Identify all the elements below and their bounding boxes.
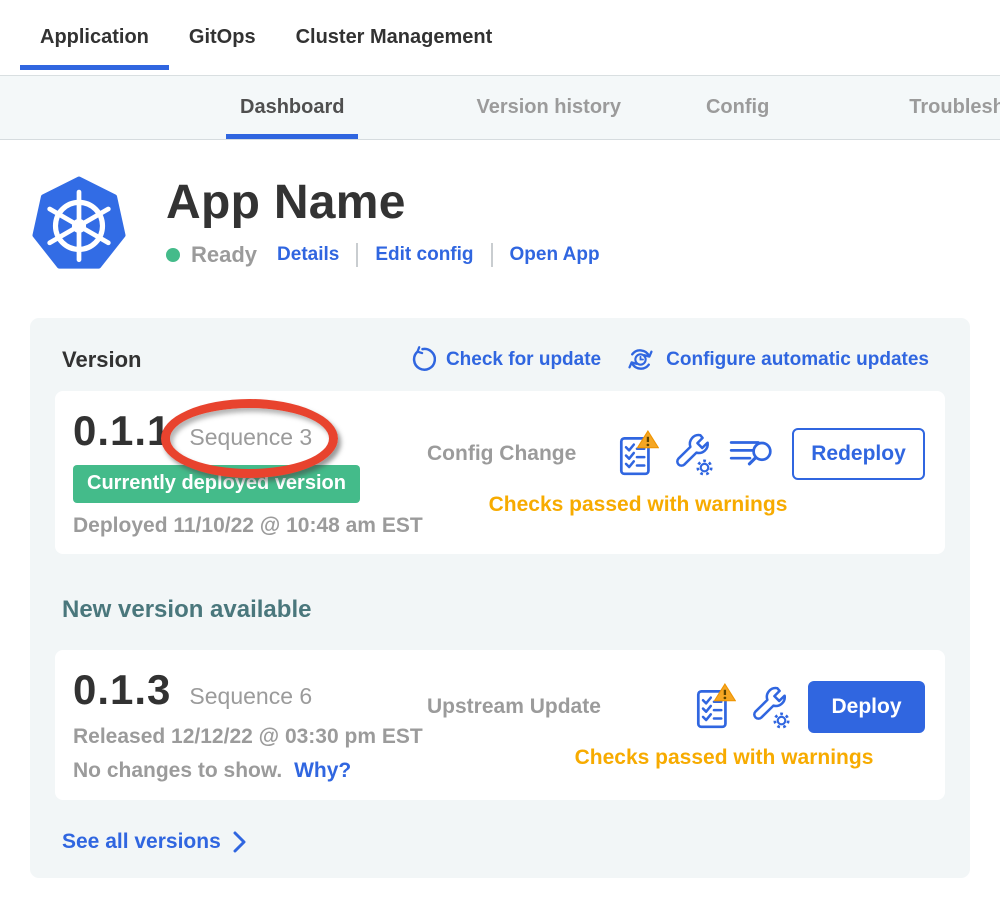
see-all-versions-link[interactable]: See all versions bbox=[62, 830, 246, 854]
no-changes-text: No changes to show. bbox=[73, 759, 282, 782]
available-version-number: 0.1.3 bbox=[73, 666, 171, 714]
details-link[interactable]: Details bbox=[277, 244, 339, 266]
available-sequence-label: Sequence 6 bbox=[189, 683, 312, 710]
version-panel: Version Check for update bbox=[30, 318, 970, 878]
new-version-heading: New version available bbox=[62, 596, 945, 624]
page-title: App Name bbox=[166, 178, 600, 228]
deployed-timestamp: Deployed 11/10/22 @ 10:48 am EST bbox=[73, 514, 427, 538]
current-version-card: 0.1.1 Sequence 3 Currently deployed vers… bbox=[55, 391, 945, 554]
tab-cluster-management[interactable]: Cluster Management bbox=[276, 0, 513, 75]
edit-config-link[interactable]: Edit config bbox=[375, 244, 473, 266]
why-link[interactable]: Why? bbox=[294, 759, 351, 782]
divider bbox=[356, 243, 358, 267]
primary-nav: Application GitOps Cluster Management bbox=[0, 0, 1000, 76]
auto-update-icon bbox=[625, 344, 656, 375]
current-sequence-label: Sequence 3 bbox=[189, 424, 312, 451]
secondary-nav: Dashboard Version history Config Trouble… bbox=[0, 76, 1000, 140]
panel-title: Version bbox=[62, 347, 141, 373]
app-status-row: Ready Details Edit config Open App bbox=[166, 242, 600, 268]
status-dot-icon bbox=[166, 248, 180, 262]
edit-config-icon[interactable] bbox=[672, 431, 714, 477]
check-for-update-link[interactable]: Check for update bbox=[409, 346, 601, 373]
redeploy-button[interactable]: Redeploy bbox=[792, 428, 925, 480]
preflight-checks-icon[interactable] bbox=[617, 430, 659, 478]
tab-config[interactable]: Config bbox=[692, 76, 783, 139]
currently-deployed-badge: Currently deployed version bbox=[73, 465, 360, 503]
edit-config-icon[interactable] bbox=[749, 684, 791, 730]
deploy-button[interactable]: Deploy bbox=[808, 681, 925, 733]
divider bbox=[491, 243, 493, 267]
tab-gitops[interactable]: GitOps bbox=[169, 0, 276, 75]
configure-automatic-updates-link[interactable]: Configure automatic updates bbox=[625, 344, 929, 375]
tab-troubleshoot[interactable]: Troubleshoot bbox=[895, 76, 1000, 139]
chevron-right-icon bbox=[233, 831, 246, 853]
available-version-card: 0.1.3 Sequence 6 Released 12/12/22 @ 03:… bbox=[55, 650, 945, 800]
refresh-icon bbox=[409, 346, 436, 373]
open-app-link[interactable]: Open App bbox=[510, 244, 600, 266]
preflight-result-link[interactable]: Checks passed with warnings bbox=[427, 493, 925, 517]
status-badge: Ready bbox=[191, 242, 257, 268]
preflight-result-link[interactable]: Checks passed with warnings bbox=[427, 746, 925, 770]
tab-dashboard[interactable]: Dashboard bbox=[226, 76, 358, 139]
view-diff-icon[interactable] bbox=[727, 433, 775, 475]
current-version-number: 0.1.1 bbox=[73, 407, 171, 455]
version-source-label: Config Change bbox=[427, 442, 576, 466]
preflight-checks-icon[interactable] bbox=[694, 683, 736, 731]
tab-application[interactable]: Application bbox=[20, 0, 169, 75]
kubernetes-logo bbox=[32, 176, 126, 272]
tab-version-history[interactable]: Version history bbox=[462, 76, 635, 139]
version-source-label: Upstream Update bbox=[427, 695, 601, 719]
released-timestamp: Released 12/12/22 @ 03:30 pm EST bbox=[73, 725, 427, 749]
app-header: App Name Ready Details Edit config Open … bbox=[32, 176, 1000, 272]
